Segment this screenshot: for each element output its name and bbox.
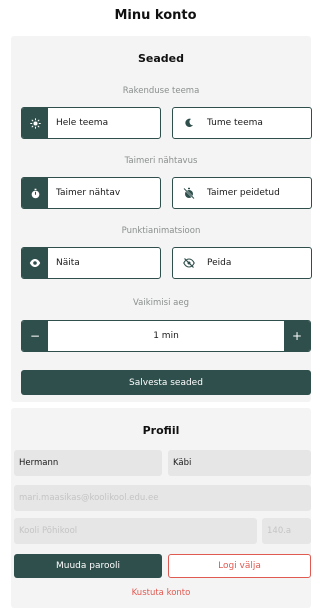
timer-visible-label: Taimer nähtav bbox=[56, 188, 121, 198]
punctuation-show-label: Näita bbox=[56, 258, 80, 268]
sun-icon bbox=[22, 108, 48, 138]
punctuation-label: Punktianimatsioon bbox=[121, 226, 201, 236]
stopwatch-off-icon bbox=[173, 178, 205, 208]
punctuation-show-option[interactable]: Näita bbox=[21, 247, 161, 279]
moon-icon bbox=[173, 108, 205, 138]
school-field: Kooli Põhikool bbox=[14, 518, 257, 544]
delete-account-link[interactable]: Kustuta konto bbox=[11, 588, 311, 598]
punctuation-hide-option[interactable]: Peida bbox=[172, 247, 312, 279]
theme-dark-option[interactable]: Tume teema bbox=[172, 107, 312, 139]
increase-time-button[interactable]: + bbox=[284, 321, 310, 351]
punctuation-hide-label: Peida bbox=[207, 258, 232, 268]
profile-title: Profiil bbox=[142, 424, 180, 437]
logout-button[interactable]: Logi välja bbox=[168, 554, 311, 578]
settings-card: Seaded Rakenduse teema Hele teema Tume t… bbox=[11, 36, 312, 402]
theme-dark-label: Tume teema bbox=[207, 118, 263, 128]
default-time-value: 1 min bbox=[153, 331, 179, 341]
theme-light-option[interactable]: Hele teema bbox=[21, 107, 161, 139]
settings-title: Seaded bbox=[137, 52, 184, 65]
theme-label: Rakenduse teema bbox=[122, 86, 200, 96]
timer-label: Taimeri nähtavus bbox=[124, 156, 198, 166]
class-field: 140.a bbox=[262, 518, 311, 544]
default-time-label: Vaikimisi aeg bbox=[133, 298, 189, 308]
first-name-field[interactable]: Hermann bbox=[14, 450, 162, 476]
eye-off-icon bbox=[173, 248, 205, 278]
change-password-button[interactable]: Muuda parooli bbox=[14, 554, 162, 578]
eye-icon bbox=[22, 248, 48, 278]
save-settings-button[interactable]: Salvesta seaded bbox=[21, 370, 311, 395]
timer-hidden-option[interactable]: Taimer peidetud bbox=[172, 177, 312, 209]
page-title: Minu konto bbox=[114, 8, 197, 23]
timer-hidden-label: Taimer peidetud bbox=[207, 188, 280, 198]
timer-visible-option[interactable]: Taimer nähtav bbox=[21, 177, 161, 209]
stopwatch-icon bbox=[22, 178, 48, 208]
last-name-field[interactable]: Käbi bbox=[168, 450, 311, 476]
email-field: mari.maasikas@koolikool.edu.ee bbox=[14, 485, 311, 511]
profile-card: Profiil Hermann Käbi mari.maasikas@kooli… bbox=[11, 408, 311, 608]
decrease-time-button[interactable]: − bbox=[22, 321, 48, 351]
theme-light-label: Hele teema bbox=[56, 118, 109, 128]
default-time-stepper: − 1 min + bbox=[21, 320, 311, 352]
